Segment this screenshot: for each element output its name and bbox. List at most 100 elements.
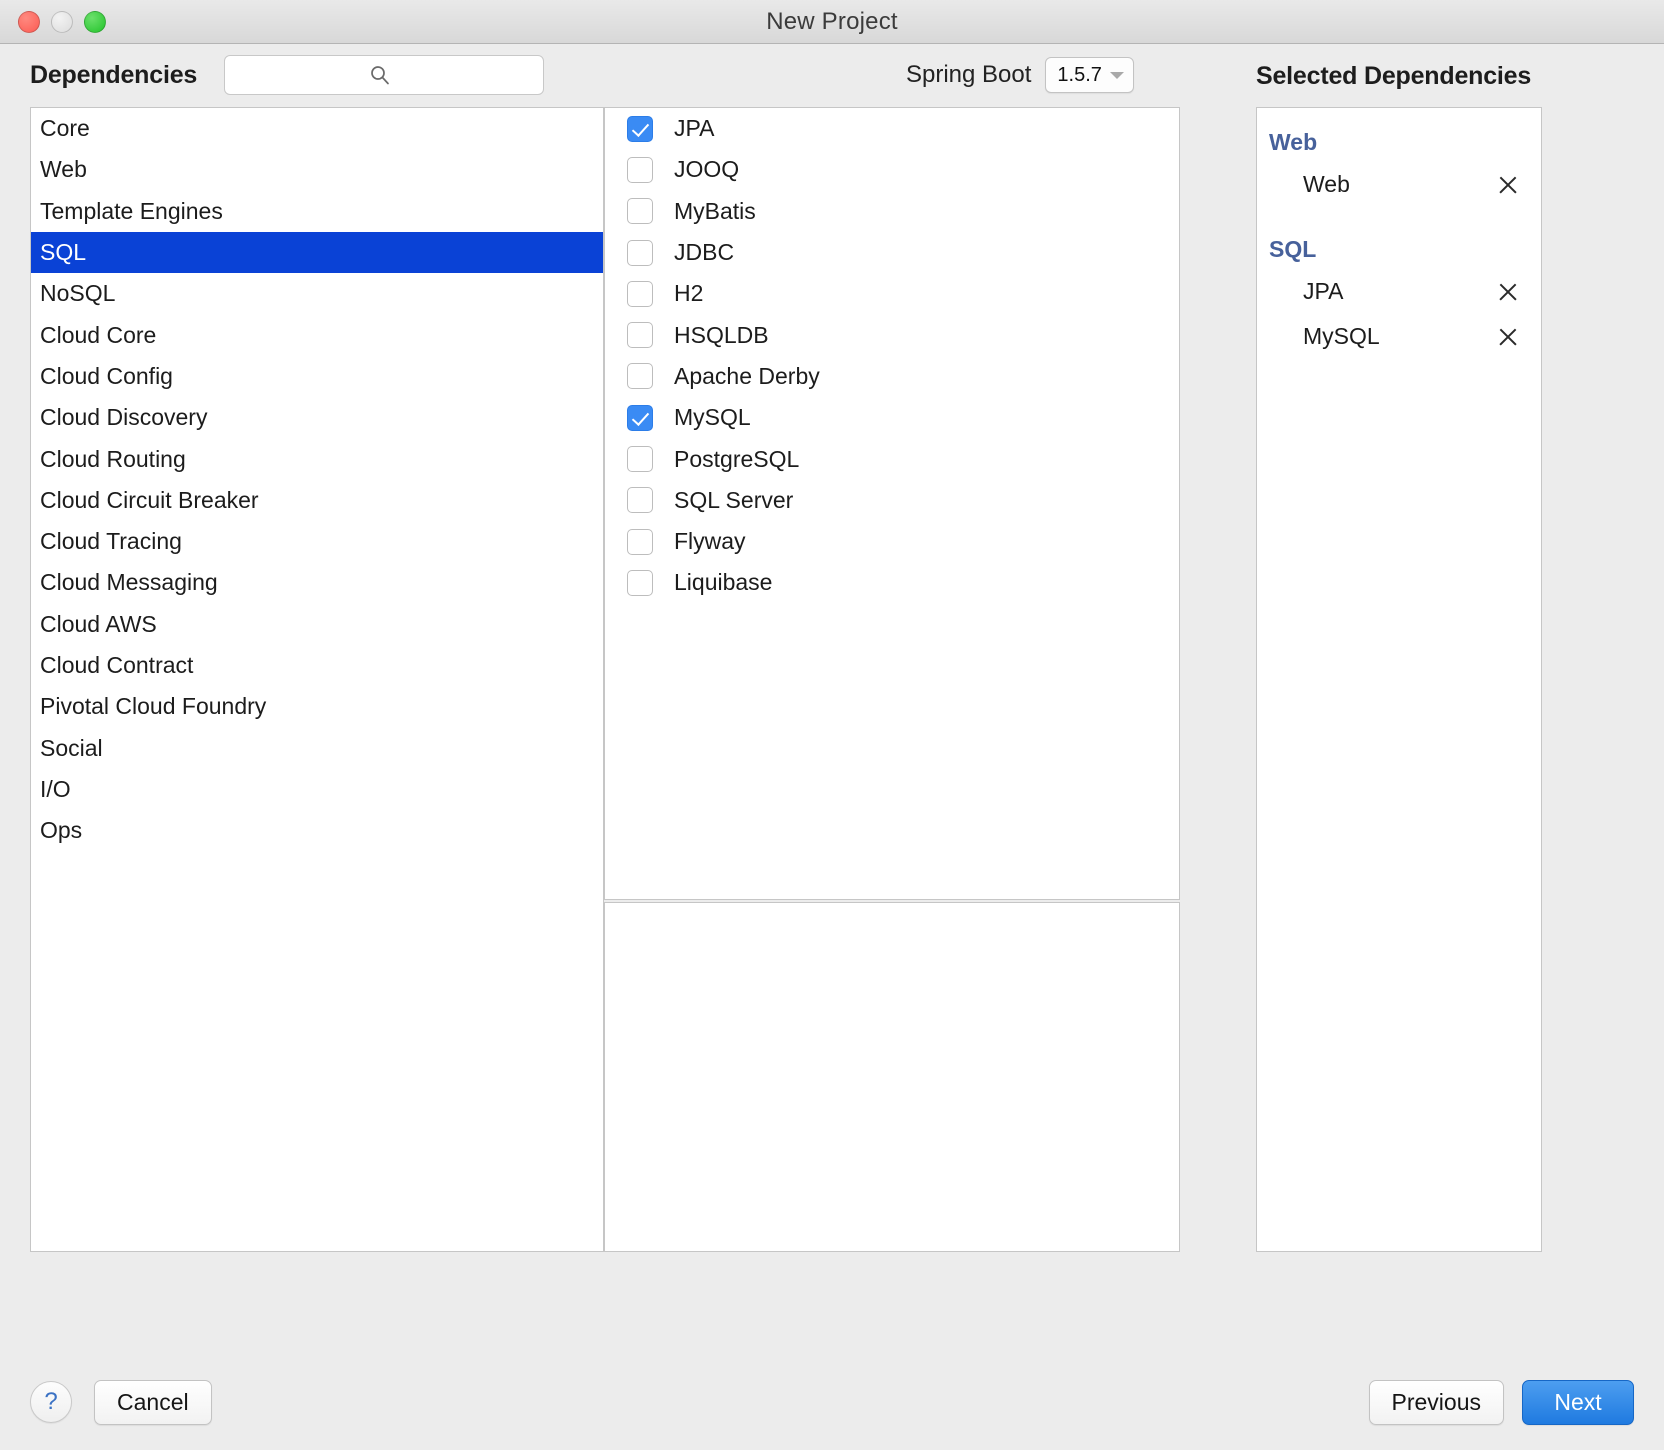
selected-group-title: Web: [1269, 129, 1318, 155]
category-item[interactable]: Cloud Routing: [31, 438, 603, 479]
category-item-label: Ops: [40, 817, 83, 844]
dependency-row[interactable]: PostgreSQL: [605, 438, 1179, 479]
dependency-row[interactable]: Liquibase: [605, 562, 1179, 603]
dependency-row[interactable]: HSQLDB: [605, 314, 1179, 355]
new-project-dialog: New Project Dependencies Spring Boot 1.5…: [0, 0, 1664, 1450]
dialog-body: Core Web Template Engines SQL NoSQL Cloud Cor…: [0, 106, 1664, 1354]
category-item[interactable]: Cloud Core: [31, 314, 603, 355]
category-item[interactable]: Cloud Config: [31, 356, 603, 397]
category-item[interactable]: Cloud Messaging: [31, 562, 603, 603]
selected-dependency-row: JPA: [1257, 269, 1541, 314]
checkbox-icon[interactable]: [627, 487, 653, 514]
dialog-header: Dependencies Spring Boot 1.5.7 Selected …: [0, 44, 1664, 106]
category-item[interactable]: Web: [31, 149, 603, 190]
checkbox-icon[interactable]: [627, 528, 653, 555]
dependency-row[interactable]: JPA: [605, 108, 1179, 149]
dependency-row[interactable]: JOOQ: [605, 149, 1179, 190]
springboot-version-value: 1.5.7: [1057, 63, 1102, 86]
category-item-label: Cloud Config: [40, 362, 173, 389]
category-item[interactable]: Template Engines: [31, 191, 603, 232]
category-item-label: Cloud Circuit Breaker: [40, 486, 259, 513]
checkbox-checked-icon[interactable]: [627, 404, 653, 431]
category-item-label: Template Engines: [40, 197, 223, 224]
category-item[interactable]: Cloud Contract: [31, 645, 603, 686]
category-item-label: Web: [40, 156, 87, 183]
checkbox-icon[interactable]: [627, 569, 653, 596]
springboot-version-group: Spring Boot 1.5.7: [906, 57, 1134, 93]
checkbox-icon[interactable]: [627, 280, 653, 307]
dependency-label: Flyway: [674, 528, 746, 555]
selected-group-title: SQL: [1269, 236, 1317, 262]
category-item-label: Core: [40, 115, 90, 142]
dependency-label: Apache Derby: [674, 362, 820, 389]
dependency-label: H2: [674, 280, 704, 307]
next-button[interactable]: Next: [1522, 1379, 1634, 1425]
category-item[interactable]: Cloud Circuit Breaker: [31, 480, 603, 521]
selected-dependencies-heading: Selected Dependencies: [1256, 62, 1532, 90]
close-icon[interactable]: [1497, 174, 1519, 196]
dependency-row[interactable]: Apache Derby: [605, 356, 1179, 397]
checkbox-icon[interactable]: [627, 156, 653, 183]
dependency-row[interactable]: H2: [605, 273, 1179, 314]
search-box[interactable]: [224, 55, 545, 95]
dependency-row[interactable]: JDBC: [605, 232, 1179, 273]
search-input[interactable]: [225, 56, 544, 94]
category-item-label: NoSQL: [40, 280, 116, 307]
checkbox-icon[interactable]: [627, 446, 653, 473]
close-icon[interactable]: [1497, 281, 1519, 303]
dialog-footer: ? Cancel Previous Next: [0, 1354, 1664, 1450]
dependency-row[interactable]: Flyway: [605, 521, 1179, 562]
checkbox-checked-icon[interactable]: [627, 115, 653, 142]
checkbox-icon[interactable]: [627, 198, 653, 225]
category-item[interactable]: Cloud AWS: [31, 604, 603, 645]
selected-dependency-row: Web: [1257, 162, 1541, 207]
checkbox-icon[interactable]: [627, 239, 653, 266]
selected-dependency-label: Web: [1303, 171, 1350, 197]
dependency-row[interactable]: MyBatis: [605, 191, 1179, 232]
footer-nav-buttons: Previous Next: [1368, 1379, 1634, 1425]
checkbox-icon[interactable]: [627, 363, 653, 390]
close-icon[interactable]: [1497, 326, 1519, 348]
category-item-label: Cloud Discovery: [40, 404, 208, 431]
category-item[interactable]: NoSQL: [31, 273, 603, 314]
dependency-label: PostgreSQL: [674, 445, 800, 472]
checkbox-icon[interactable]: [627, 322, 653, 349]
previous-button[interactable]: Previous: [1368, 1379, 1504, 1425]
category-item-label: Cloud Tracing: [40, 528, 182, 555]
help-button[interactable]: ?: [30, 1381, 72, 1423]
dependency-row[interactable]: MySQL: [605, 397, 1179, 438]
dependency-row[interactable]: SQL Server: [605, 480, 1179, 521]
dependency-label: JPA: [674, 115, 715, 142]
category-item[interactable]: Core: [31, 108, 603, 149]
category-item[interactable]: Cloud Discovery: [31, 397, 603, 438]
dependency-label: JDBC: [674, 239, 735, 266]
category-item[interactable]: I/O: [31, 769, 603, 810]
category-item-label: Pivotal Cloud Foundry: [40, 693, 267, 720]
dependency-label: HSQLDB: [674, 321, 769, 348]
dependencies-heading: Dependencies: [30, 60, 198, 89]
category-item[interactable]: SQL: [31, 231, 603, 274]
dependency-list[interactable]: JPA JOOQ MyBatis JDBC H2 HSQLDB Apache Derby My…: [604, 107, 1180, 900]
springboot-version-select[interactable]: 1.5.7: [1045, 57, 1134, 93]
dependency-label: JOOQ: [674, 156, 740, 183]
category-item-label: Cloud Routing: [40, 445, 186, 472]
category-item-label: Cloud Core: [40, 321, 157, 348]
category-item[interactable]: Cloud Tracing: [31, 521, 603, 562]
window-title: New Project: [766, 7, 898, 35]
category-item[interactable]: Pivotal Cloud Foundry: [31, 686, 603, 727]
selected-dependencies-list[interactable]: Web Web SQL JPA MySQL: [1256, 107, 1542, 1252]
cancel-button[interactable]: Cancel: [94, 1379, 212, 1425]
dependency-label: SQL Server: [674, 486, 794, 513]
selected-dependency-label: MySQL: [1303, 323, 1380, 349]
category-list[interactable]: Core Web Template Engines SQL NoSQL Cloud Cor…: [30, 107, 604, 1252]
category-item[interactable]: Ops: [31, 810, 603, 851]
dependency-description-panel: [604, 902, 1180, 1252]
category-item-label: Cloud AWS: [40, 610, 157, 637]
category-item-label: I/O: [40, 775, 71, 802]
dependency-label: MySQL: [674, 404, 751, 431]
title-bar: New Project: [0, 0, 1664, 44]
dependency-label: MyBatis: [674, 197, 756, 224]
category-item[interactable]: Social: [31, 727, 603, 768]
chevron-down-icon: [1109, 71, 1124, 79]
